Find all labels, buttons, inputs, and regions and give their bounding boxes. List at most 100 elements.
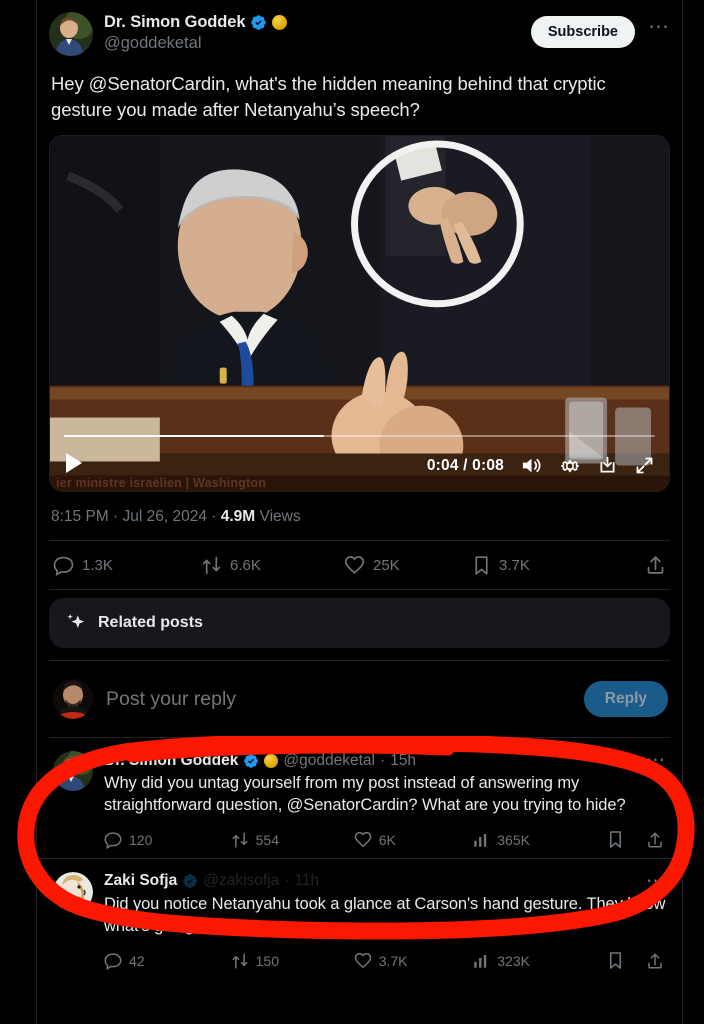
avatar-simon-goddek[interactable] [49, 12, 93, 56]
share-action[interactable] [645, 554, 666, 576]
popout-icon[interactable] [597, 455, 618, 476]
repost-count: 554 [255, 831, 279, 848]
main-column: Dr. Simon Goddek @goddeketal Subscribe ⋯… [37, 0, 682, 1024]
analytics-icon [474, 954, 487, 968]
reply-separator: · [284, 872, 290, 890]
reply-action[interactable]: 42 [104, 952, 231, 970]
reply-timestamp: 11h [294, 872, 320, 890]
reply-count: 120 [129, 831, 153, 848]
reply-metrics: 42 150 3.7K 323K [104, 951, 666, 971]
related-posts-label: Related posts [98, 614, 203, 632]
volume-icon[interactable] [520, 454, 543, 477]
heart-icon [354, 952, 371, 969]
comment-icon [104, 953, 122, 970]
views-count: 4.9M [220, 508, 256, 526]
repost-action[interactable]: 150 [231, 952, 354, 970]
reply-separator: · [379, 751, 386, 769]
like-action[interactable]: 25K [344, 555, 472, 576]
share-action[interactable] [646, 951, 664, 971]
post-author-display-name: Dr. Simon Goddek [104, 13, 246, 31]
like-action[interactable]: 6K [354, 831, 473, 849]
reply-author-handle[interactable]: @goddeketal [283, 752, 375, 770]
share-icon [648, 832, 662, 848]
repost-count: 6.6K [230, 556, 261, 574]
heart-icon [354, 831, 371, 848]
share-icon [647, 556, 664, 574]
share-action[interactable] [646, 830, 664, 850]
bookmark-action[interactable]: 3.7K [472, 555, 612, 576]
like-action[interactable]: 3.7K [354, 952, 473, 970]
views-action[interactable]: 323K [472, 952, 607, 970]
post-meta: 8:15 PM · Jul 26, 2024 · 4.9M Views [49, 492, 670, 540]
avatar-zaki-sofja[interactable] [53, 871, 93, 912]
ellipsis-icon[interactable]: ⋯ [638, 872, 666, 891]
gear-icon[interactable] [559, 455, 581, 477]
reply-author-name: Dr. Simon Goddek [104, 751, 239, 769]
reply-metrics: 120 554 6K 365K [104, 830, 666, 850]
reply-text: Why did you untag yourself from my post … [104, 774, 626, 814]
bookmark-action[interactable] [607, 830, 624, 849]
related-posts-card[interactable]: Related posts [49, 598, 670, 649]
views-count: 323K [497, 952, 530, 969]
reply-input[interactable] [106, 687, 584, 711]
play-icon[interactable] [64, 452, 84, 479]
repost-action[interactable]: 6.6K [201, 555, 344, 576]
like-count: 6K [378, 831, 396, 848]
bookmark-icon [475, 555, 488, 575]
bookmark-icon [609, 831, 622, 849]
divider-below-actions [49, 589, 670, 591]
sparkle-icon [67, 614, 85, 629]
heart-icon [344, 555, 365, 574]
video-controls-right: 0:04 / 0:08 [427, 454, 655, 477]
comment-icon [104, 832, 122, 849]
repost-count: 150 [255, 952, 279, 969]
video-progress-fill [64, 434, 325, 438]
analytics-icon [474, 833, 487, 847]
avatar-current-user[interactable] [53, 679, 93, 720]
repost-icon [202, 556, 221, 574]
reply-count: 42 [129, 952, 145, 969]
post-actions: 1.3K 6.6K 25K 3.7K [49, 541, 670, 589]
reply-header: Dr. Simon Goddek @goddeketal · 15h ⋯ [104, 751, 666, 770]
video-player[interactable]: ier ministre israélien | Washington 0:04… [49, 135, 670, 493]
subscribe-button[interactable]: Subscribe [530, 16, 635, 48]
reply-count: 1.3K [82, 556, 113, 574]
gold-circle-icon [264, 753, 279, 768]
reply-author-name: Zaki Sofja [104, 872, 178, 890]
like-count: 25K [373, 556, 400, 574]
reply-action[interactable]: 120 [104, 831, 231, 849]
reply-body: Zaki Sofja @zakisofja · 11h ⋯ Did you no… [104, 872, 666, 971]
gold-circle-icon [272, 14, 288, 30]
bookmark-count: 3.7K [499, 556, 530, 574]
bookmark-action[interactable] [607, 951, 624, 970]
views-count: 365K [497, 831, 530, 848]
views-action[interactable]: 365K [472, 831, 607, 849]
comment-icon [53, 556, 74, 576]
verified-badge-icon [244, 753, 259, 768]
reply-text: Did you notice Netanyahu took a glance a… [104, 894, 666, 935]
verified-badge-icon [251, 15, 267, 30]
ellipsis-icon[interactable]: ⋯ [638, 751, 666, 770]
reply-action[interactable]: 1.3K [53, 555, 201, 576]
repost-action[interactable]: 554 [231, 831, 354, 849]
repost-icon [232, 832, 248, 848]
ellipsis-icon[interactable]: ⋯ [648, 16, 670, 37]
fullscreen-icon[interactable] [634, 455, 655, 476]
column-rule-right [682, 0, 683, 1024]
like-count: 3.7K [378, 952, 408, 969]
video-frame [50, 136, 669, 492]
reply-header: Zaki Sofja @zakisofja · 11h ⋯ [104, 872, 666, 891]
views-label: Views [259, 508, 301, 526]
reply-submit-button[interactable]: Reply [583, 681, 668, 718]
video-controls: 0:04 / 0:08 [50, 452, 669, 479]
reply-author-handle[interactable]: @zakisofja [203, 872, 279, 890]
bookmark-icon [609, 952, 622, 970]
reply-item-zaki[interactable]: Zaki Sofja @zakisofja · 11h ⋯ Did you no… [49, 859, 670, 979]
post-author-identity: Dr. Simon Goddek @goddeketal [104, 12, 531, 53]
post-author-handle[interactable]: @goddeketal [104, 34, 531, 53]
post-author-name-row: Dr. Simon Goddek [104, 13, 531, 32]
repost-icon [232, 953, 248, 969]
video-progress-bar[interactable] [64, 434, 655, 438]
avatar-simon-goddek[interactable] [53, 751, 93, 792]
reply-item-goddek[interactable]: Dr. Simon Goddek @goddeketal · 15h ⋯ Why… [49, 738, 670, 858]
